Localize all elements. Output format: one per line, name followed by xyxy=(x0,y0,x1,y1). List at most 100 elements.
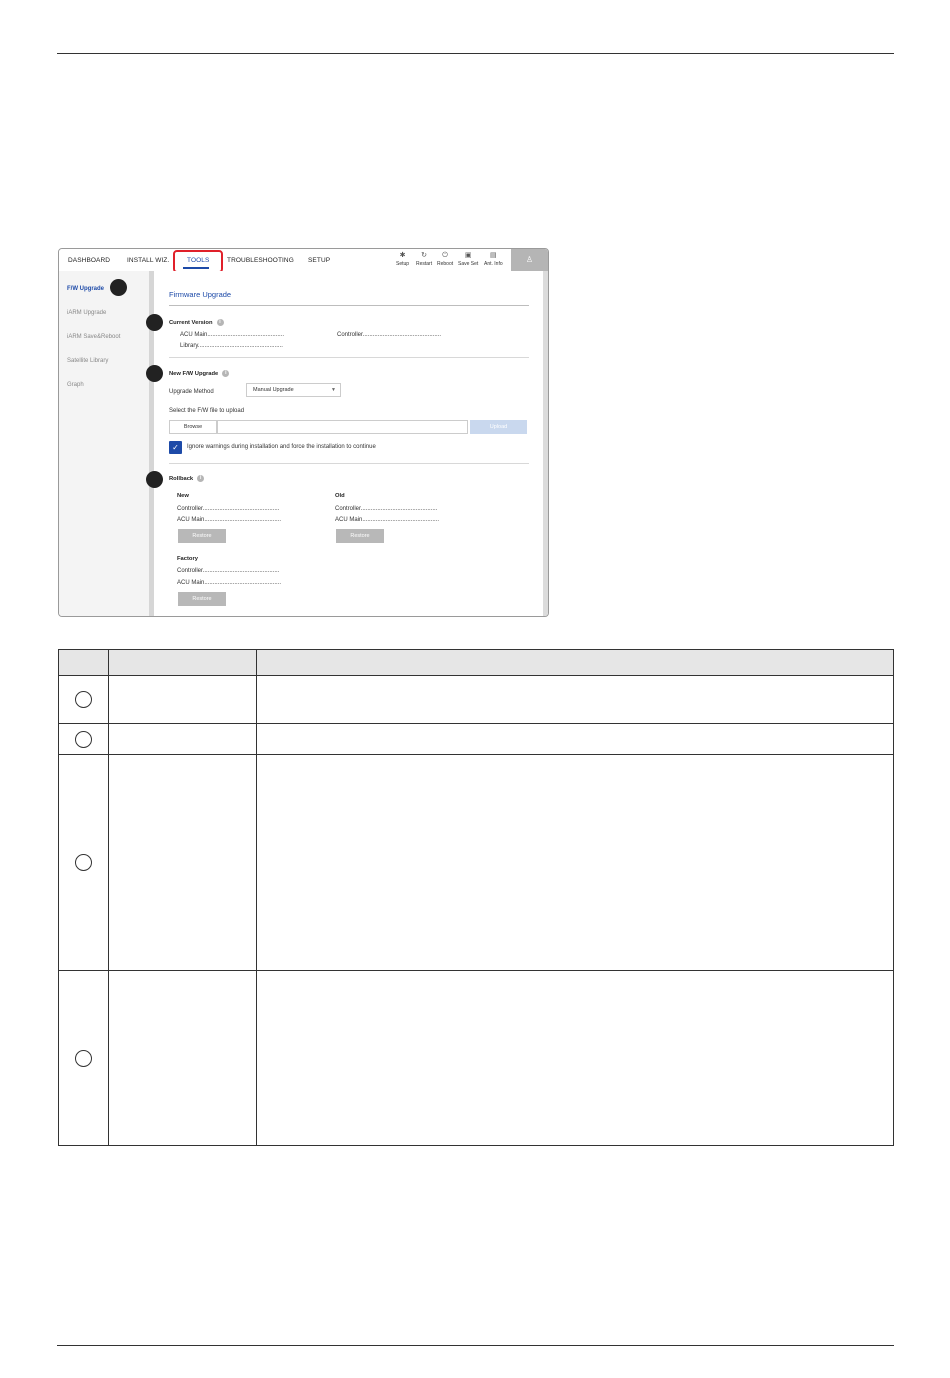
restore-new-button[interactable]: Restore xyxy=(178,529,226,543)
row-number-cell xyxy=(58,675,109,724)
page-title: Firmware Upgrade xyxy=(169,290,232,299)
sidebar: F/W Upgrade iARM Upgrade iARM Save&Reboo… xyxy=(59,271,149,616)
table-row xyxy=(58,970,894,1146)
browse-button[interactable]: Browse xyxy=(169,420,217,434)
controller-version: Controller..............................… xyxy=(337,332,442,338)
upgrade-method-value: Manual Upgrade xyxy=(253,387,294,393)
gear-icon: ✱ xyxy=(399,252,406,259)
restore-new-label: Restore xyxy=(192,533,212,539)
rollback-heading: Rollback i xyxy=(169,475,205,483)
rollback-new-controller: Controller..............................… xyxy=(177,506,280,512)
restore-factory-button[interactable]: Restore xyxy=(178,592,226,606)
reboot-label: Reboot xyxy=(437,261,454,267)
library-version: Library.................................… xyxy=(180,343,283,349)
row-number-circle xyxy=(75,1049,92,1067)
tools-tab-highlight xyxy=(173,250,223,273)
main-content: Firmware Upgrade Current Version i ACU Ma… xyxy=(154,271,548,616)
new-fw-heading: New F/W Upgrade i xyxy=(169,370,230,378)
callout-marker-2 xyxy=(146,314,163,331)
user-icon: ♙ xyxy=(525,255,534,264)
sidebar-item-iarm-upgrade[interactable]: iARM Upgrade xyxy=(67,310,106,316)
restore-old-button[interactable]: Restore xyxy=(336,529,384,543)
power-icon: ⏻ xyxy=(442,252,448,259)
top-rule xyxy=(57,53,894,54)
callout-marker-3 xyxy=(146,365,163,382)
tab-install-wizard[interactable]: INSTALL WIZ. xyxy=(127,257,169,264)
tab-setup[interactable]: SETUP xyxy=(308,257,330,264)
row-number-cell xyxy=(58,754,109,971)
sidebar-item-iarm-save-reboot[interactable]: iARM Save&Reboot xyxy=(67,334,120,340)
sidebar-item-graph[interactable]: Graph xyxy=(67,382,84,388)
rollback-new-acu-main: ACU Main................................… xyxy=(177,517,282,523)
bottom-rule xyxy=(57,1345,894,1346)
restore-old-label: Restore xyxy=(350,533,370,539)
chevron-down-icon: ▼ xyxy=(331,387,336,393)
table-row xyxy=(58,675,894,724)
table-row xyxy=(58,754,894,971)
rollback-old-heading: Old xyxy=(335,493,345,499)
row-number-circle xyxy=(75,854,92,871)
info-icon[interactable]: i xyxy=(197,475,205,482)
table-header-cell xyxy=(58,649,109,676)
sidebar-item-fw-upgrade[interactable]: F/W Upgrade xyxy=(67,286,104,292)
reboot-button[interactable]: ⏻ Reboot xyxy=(437,251,453,267)
scrollbar[interactable] xyxy=(543,271,548,616)
top-nav: DASHBOARD INSTALL WIZ. TOOLS TROUBLESHOO… xyxy=(59,249,548,273)
new-fw-label: New F/W Upgrade xyxy=(169,371,219,378)
row-number-cell xyxy=(58,970,109,1146)
rollback-old-controller: Controller..............................… xyxy=(335,506,438,512)
description-cell xyxy=(256,675,894,724)
app-screenshot: DASHBOARD INSTALL WIZ. TOOLS TROUBLESHOO… xyxy=(58,248,549,617)
tab-dashboard[interactable]: DASHBOARD xyxy=(68,257,110,264)
tab-troubleshooting[interactable]: TROUBLESHOOTING xyxy=(227,257,294,264)
item-cell xyxy=(108,754,257,971)
restart-icon: ↻ xyxy=(421,252,427,259)
antenna-info-icon: ▤ xyxy=(490,252,497,259)
current-version-label: Current Version xyxy=(169,320,213,327)
force-install-checkbox[interactable]: ✓ xyxy=(169,441,182,454)
rollback-factory-controller: Controller..............................… xyxy=(177,568,280,574)
browse-label: Browse xyxy=(183,424,203,430)
save-icon: ▣ xyxy=(464,252,472,259)
upload-label: Upload xyxy=(489,424,508,430)
upload-button[interactable]: Upload xyxy=(470,420,527,434)
save-set-button[interactable]: ▣ Save Set xyxy=(458,251,478,267)
table-header-row xyxy=(58,649,894,676)
rollback-factory-heading: Factory xyxy=(177,556,198,562)
restart-button[interactable]: ↻ Restart xyxy=(416,251,432,267)
table-row xyxy=(58,723,894,755)
ant-info-label: Ant. Info xyxy=(484,261,503,267)
restart-label: Restart xyxy=(416,261,433,267)
row-number-circle xyxy=(75,730,92,748)
user-button[interactable]: ♙ xyxy=(511,249,548,271)
info-icon[interactable]: i xyxy=(216,319,224,326)
acu-main-version: ACU Main................................… xyxy=(180,332,285,338)
item-cell xyxy=(108,723,257,755)
row-number-cell xyxy=(58,723,109,755)
save-set-label: Save Set xyxy=(458,261,479,267)
force-install-label: Ignore warnings during installation and … xyxy=(187,444,376,450)
callout-marker-1 xyxy=(110,279,127,296)
sidebar-item-satellite-library[interactable]: Satellite Library xyxy=(67,358,108,364)
row-number-circle xyxy=(75,691,92,708)
description-table xyxy=(58,649,894,1146)
restore-factory-label: Restore xyxy=(192,596,212,602)
upgrade-method-select[interactable]: Manual Upgrade ▼ xyxy=(246,383,341,397)
current-version-heading: Current Version i xyxy=(169,319,224,326)
item-cell xyxy=(108,675,257,724)
description-cell xyxy=(256,970,894,1146)
rollback-new-heading: New xyxy=(177,493,189,499)
description-cell xyxy=(256,754,894,971)
description-cell xyxy=(256,723,894,755)
rollback-factory-acu-main: ACU Main................................… xyxy=(177,580,282,586)
setup-button[interactable]: ✱ Setup xyxy=(396,251,409,267)
info-icon[interactable]: i xyxy=(222,370,230,377)
select-file-label: Select the F/W file to upload xyxy=(169,408,245,414)
rollback-label: Rollback xyxy=(169,476,194,483)
file-path-input[interactable] xyxy=(217,420,468,434)
table-header-cell xyxy=(256,649,894,676)
ant-info-button[interactable]: ▤ Ant. Info xyxy=(484,251,503,267)
section-divider xyxy=(169,357,529,358)
upgrade-method-label: Upgrade Method xyxy=(169,389,214,395)
section-divider xyxy=(169,463,529,464)
